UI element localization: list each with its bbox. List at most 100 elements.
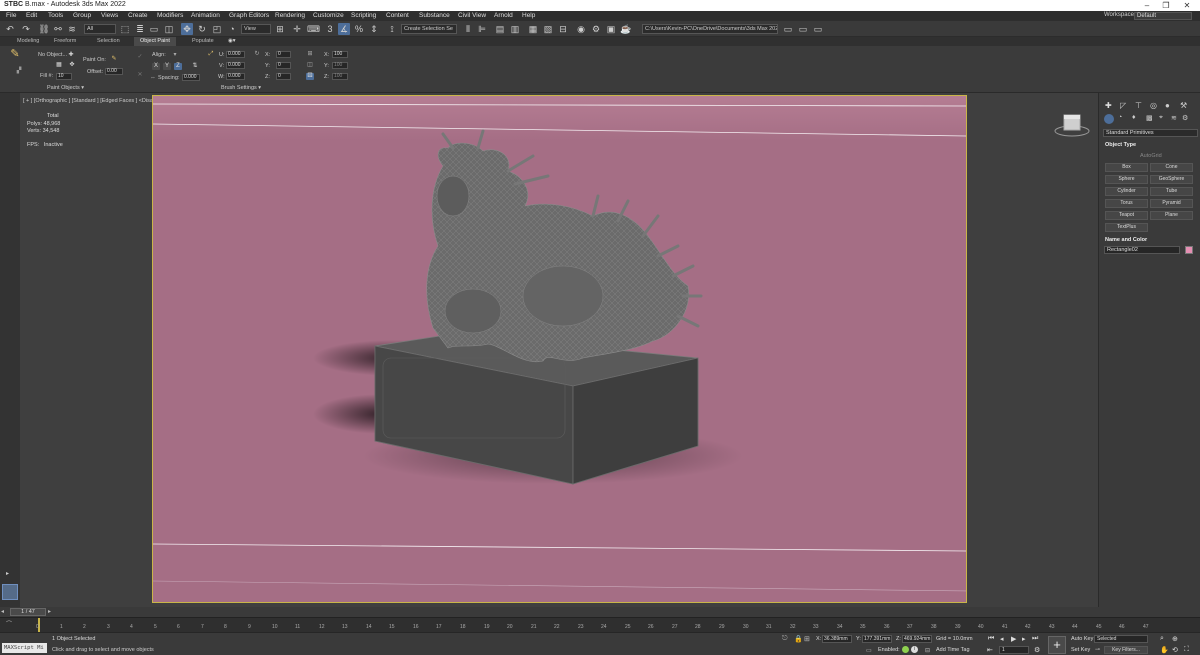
rot-z-spinner[interactable]: 0 <box>276 73 291 80</box>
tab-selection[interactable]: Selection <box>97 38 120 44</box>
scale-uniform-icon[interactable]: ◫ <box>306 62 314 69</box>
select-manipulate-icon[interactable]: ✛ <box>291 23 303 35</box>
toggle-ribbon-icon[interactable]: ▦ <box>527 23 539 35</box>
menu-graph-editors[interactable]: Graph Editors <box>229 12 269 19</box>
move-tool-icon[interactable]: ✥ <box>181 23 193 35</box>
scene-explorer-icon[interactable]: ▤ <box>494 23 506 35</box>
name-color-header[interactable]: Name and Color <box>1105 237 1147 243</box>
workspaces-dropdown[interactable]: Default <box>1134 12 1192 20</box>
schematic-view-icon[interactable]: ⊟ <box>557 23 569 35</box>
expand-icon[interactable]: ▸ <box>6 570 14 578</box>
plane-button[interactable]: Plane <box>1150 211 1193 220</box>
cylinder-button[interactable]: Cylinder <box>1105 187 1148 196</box>
unlink-icon[interactable]: ⚯ <box>52 23 64 35</box>
time-tag-icon[interactable]: ⊟ <box>925 647 930 654</box>
coord-y-field[interactable]: 177.391mm <box>862 635 892 643</box>
menu-help[interactable]: Help <box>522 12 535 19</box>
tab-populate[interactable]: Populate <box>192 38 214 44</box>
axis-y-button[interactable]: Y <box>163 63 171 70</box>
menu-rendering[interactable]: Rendering <box>275 12 305 19</box>
rendered-frame-window-icon[interactable]: ▣ <box>605 23 617 35</box>
play-icon[interactable]: ▶ <box>1011 635 1016 643</box>
material-editor-icon[interactable]: ◉ <box>575 23 587 35</box>
window-crossing-icon[interactable]: ◫ <box>163 23 175 35</box>
isolate-icon[interactable]: ⎋ <box>782 635 788 643</box>
flip-icon[interactable]: ⇅ <box>191 63 199 70</box>
key-icon[interactable]: ⊸ <box>1095 646 1100 653</box>
snaps-toggle-icon[interactable]: 3 <box>324 23 336 35</box>
shapes-icon[interactable]: ◔ <box>1118 114 1122 121</box>
menu-file[interactable]: File <box>6 12 16 19</box>
pick-object-icon[interactable]: ✚ <box>67 52 75 59</box>
menu-tools[interactable]: Tools <box>48 12 63 19</box>
add-time-tag[interactable]: Add Time Tag <box>936 647 970 653</box>
rotate-tool-icon[interactable]: ↻ <box>196 23 208 35</box>
slider-prev-icon[interactable]: ◂ <box>1 608 9 616</box>
set-key-big-icon[interactable]: + <box>1048 636 1066 654</box>
object-color-swatch[interactable] <box>1185 246 1193 254</box>
scale-x-spinner[interactable]: 100 <box>332 51 348 58</box>
render-production-icon[interactable]: ☕ <box>620 23 632 35</box>
zoom-icon[interactable]: ⌕ <box>1160 635 1164 643</box>
motion-tab-icon[interactable]: ◎ <box>1150 101 1157 110</box>
no-object-label[interactable]: No Object... <box>38 52 67 58</box>
pyramid-button[interactable]: Pyramid <box>1150 199 1193 208</box>
set-key-button[interactable]: Set Key <box>1071 647 1090 653</box>
geosphere-button[interactable]: GeoSphere <box>1150 175 1193 184</box>
scale-lock-icon[interactable]: ⊞ <box>306 51 314 58</box>
menu-animation[interactable]: Animation <box>191 12 220 19</box>
info-icon[interactable]: i <box>911 646 918 653</box>
slider-next-icon[interactable]: ▸ <box>48 608 56 616</box>
selection-lock-icon[interactable]: 🔒 <box>794 635 803 643</box>
v-spinner[interactable]: 0.000 <box>226 62 245 69</box>
menu-content[interactable]: Content <box>386 12 409 19</box>
track-curve-icon[interactable]: ⌒ <box>6 619 12 628</box>
menu-arnold[interactable]: Arnold <box>494 12 513 19</box>
redo-icon[interactable]: ↷ <box>20 23 32 35</box>
tab-modeling[interactable]: Modeling <box>17 38 39 44</box>
project-folder-icon[interactable]: ▭ <box>782 23 794 35</box>
time-config-icon[interactable]: ⚙ <box>1034 646 1040 654</box>
coord-z-field[interactable]: 469.924mm <box>902 635 932 643</box>
render-setup-icon[interactable]: ⚙ <box>590 23 602 35</box>
pan-icon[interactable]: ✋ <box>1160 646 1169 654</box>
menu-views[interactable]: Views <box>101 12 118 19</box>
select-object-icon[interactable]: ⬚ <box>119 23 131 35</box>
goto-end-icon[interactable]: ⏭ <box>1032 635 1038 643</box>
undo-icon[interactable]: ↶ <box>4 23 16 35</box>
axis-z-button[interactable]: Z <box>174 63 182 70</box>
utilities-tab-icon[interactable]: ⚒ <box>1180 101 1187 110</box>
pivot-center-icon[interactable]: ⊞ <box>274 23 286 35</box>
viewcube-icon[interactable] <box>1054 109 1090 139</box>
enabled-indicator-icon[interactable] <box>902 646 909 653</box>
mirror-icon[interactable]: ⫴ <box>462 23 474 35</box>
cancel-x-icon[interactable]: ✕ <box>135 72 145 82</box>
key-mode-icon[interactable]: ⇤ <box>987 646 993 654</box>
next-frame-icon[interactable]: ▸ <box>1022 635 1026 643</box>
menu-group[interactable]: Group <box>73 12 91 19</box>
modify-tab-icon[interactable]: ◸ <box>1120 101 1126 110</box>
paint-option2-icon[interactable]: ✥ <box>68 62 76 69</box>
menu-scripting[interactable]: Scripting <box>351 12 376 19</box>
display-tab-icon[interactable]: ● <box>1165 101 1170 110</box>
hierarchy-tab-icon[interactable]: ⊤ <box>1135 101 1142 110</box>
menu-substance[interactable]: Substance <box>419 12 450 19</box>
link-icon[interactable]: ⛓ <box>38 23 50 35</box>
scale-tool-icon[interactable]: ◰ <box>211 23 223 35</box>
menu-create[interactable]: Create <box>128 12 148 19</box>
set-project-icon[interactable]: ▭ <box>797 23 809 35</box>
cone-button[interactable]: Cone <box>1150 163 1193 172</box>
goto-start-icon[interactable]: ⏮ <box>988 635 994 643</box>
key-filters-button[interactable]: Key Filters... <box>1104 646 1148 654</box>
w-spinner[interactable]: 0.000 <box>226 73 245 80</box>
maximize-button[interactable]: ❐ <box>1159 0 1173 11</box>
zoom-all-icon[interactable]: ⊕ <box>1172 635 1178 643</box>
scale-y-spinner[interactable]: 100 <box>332 62 348 69</box>
keyboard-shortcut-icon[interactable]: ⌨ <box>307 23 320 35</box>
adaptive-degradation-icon[interactable]: ▭ <box>866 647 872 654</box>
object-name-field[interactable]: Rectangle02 <box>1104 246 1180 254</box>
reference-coordinate-dropdown[interactable]: View <box>241 24 271 34</box>
align-dropdown-icon[interactable]: ▾ <box>171 52 179 59</box>
fill-icon[interactable]: ▞ <box>14 68 24 78</box>
lights-icon[interactable]: ♦ <box>1132 114 1136 121</box>
